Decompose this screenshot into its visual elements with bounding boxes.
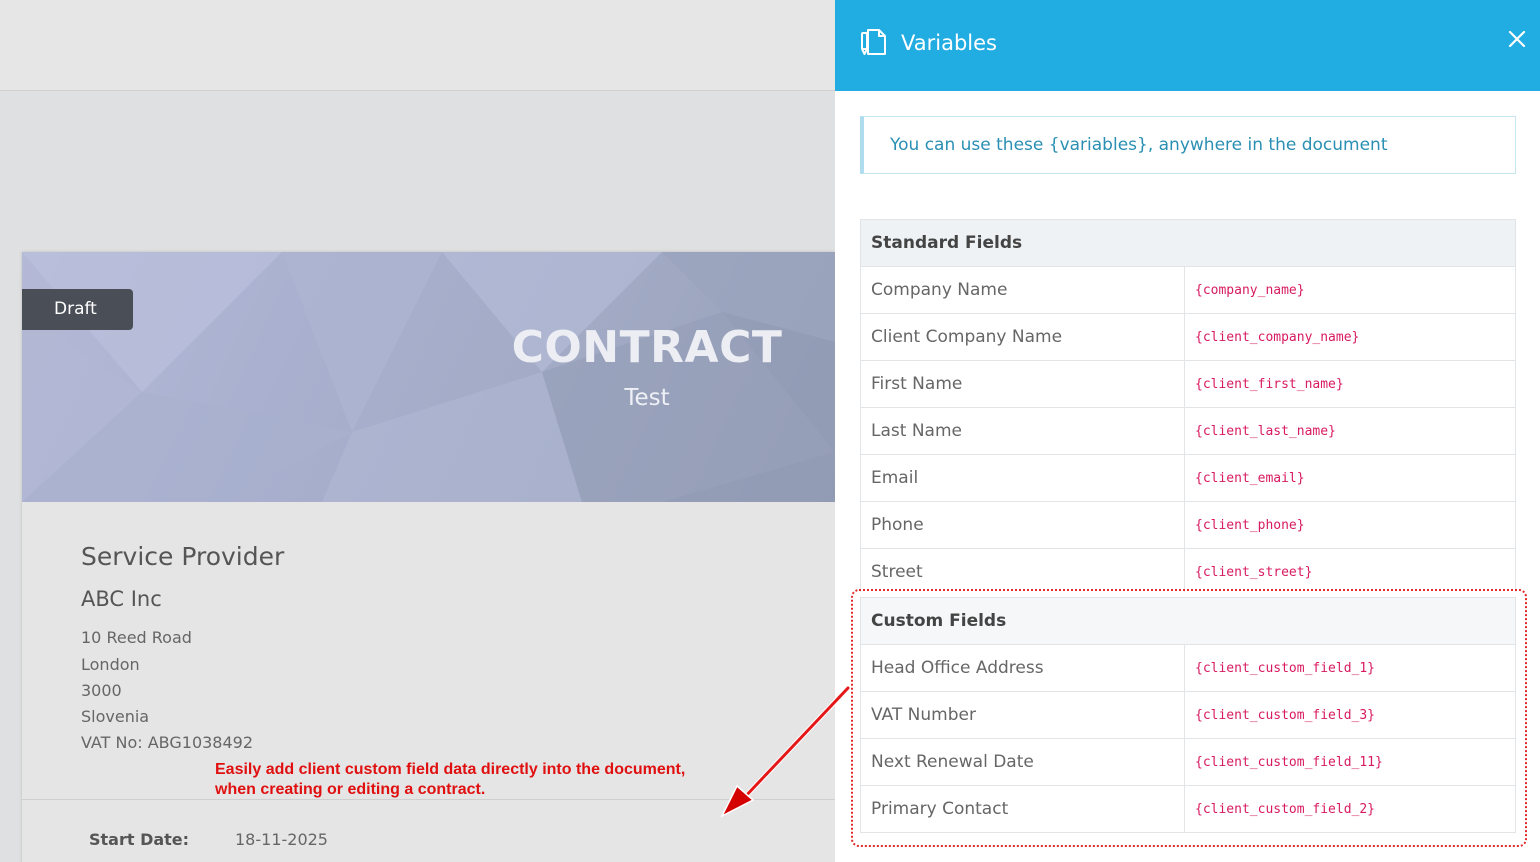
field-variable[interactable]: {company_name} bbox=[1184, 266, 1516, 314]
field-label: Phone bbox=[860, 501, 1185, 549]
document-subtitle: Test bbox=[624, 385, 670, 411]
standard-fields-table: Standard Fields Company Name {company_na… bbox=[860, 219, 1516, 592]
service-provider-heading: Service Provider bbox=[81, 542, 285, 571]
table-row: Client Company Name {client_company_name… bbox=[860, 313, 1516, 361]
address-line: Slovenia bbox=[81, 707, 150, 726]
annotation-line: when creating or editing a contract. bbox=[215, 781, 486, 798]
field-label: Email bbox=[860, 454, 1185, 502]
field-label: Client Company Name bbox=[860, 313, 1185, 361]
contract-header-banner: Draft CONTRACT Test bbox=[22, 252, 835, 502]
address-line: London bbox=[81, 655, 140, 674]
field-label: Street bbox=[860, 548, 1185, 592]
divider bbox=[22, 799, 835, 800]
table-row: Phone {client_phone} bbox=[860, 501, 1516, 549]
table-row: Last Name {client_last_name} bbox=[860, 407, 1516, 455]
provider-company: ABC Inc bbox=[81, 587, 162, 611]
standard-fields-section: Standard Fields Company Name {company_na… bbox=[835, 219, 1540, 592]
close-icon[interactable] bbox=[1507, 29, 1527, 49]
annotation-line: Easily add client custom field data dire… bbox=[215, 761, 686, 778]
variables-info-alert: You can use these {variables}, anywhere … bbox=[860, 116, 1516, 174]
table-row: Company Name {company_name} bbox=[860, 266, 1516, 314]
address-line: 10 Reed Road bbox=[81, 628, 192, 647]
contract-document: Draft CONTRACT Test Service Provider ABC… bbox=[22, 252, 835, 862]
field-variable[interactable]: {client_email} bbox=[1184, 454, 1516, 502]
field-label: Last Name bbox=[860, 407, 1185, 455]
field-variable[interactable]: {client_phone} bbox=[1184, 501, 1516, 549]
document-icon bbox=[861, 29, 886, 55]
field-variable[interactable]: {client_first_name} bbox=[1184, 360, 1516, 408]
start-date-value: 18-11-2025 bbox=[235, 830, 328, 849]
table-row: First Name {client_first_name} bbox=[860, 360, 1516, 408]
panel-title: Variables bbox=[901, 31, 997, 55]
field-label: Company Name bbox=[860, 266, 1185, 314]
annotation-callout: Easily add client custom field data dire… bbox=[215, 760, 685, 800]
status-badge: Draft bbox=[22, 289, 133, 330]
start-date-label: Start Date: bbox=[89, 830, 190, 849]
document-title: CONTRACT bbox=[511, 322, 783, 373]
field-variable[interactable]: {client_last_name} bbox=[1184, 407, 1516, 455]
address-line: 3000 bbox=[81, 681, 122, 700]
field-label: First Name bbox=[860, 360, 1185, 408]
vat-number: VAT No: ABG1038492 bbox=[81, 733, 254, 752]
standard-fields-heading: Standard Fields bbox=[860, 219, 1516, 267]
panel-header: Variables bbox=[835, 0, 1540, 91]
field-variable[interactable]: {client_company_name} bbox=[1184, 313, 1516, 361]
polygon-background bbox=[22, 252, 835, 502]
table-row: Street {client_street} bbox=[860, 548, 1516, 592]
table-row: Email {client_email} bbox=[860, 454, 1516, 502]
app-topbar bbox=[0, 0, 835, 91]
custom-fields-highlight bbox=[851, 589, 1527, 847]
field-variable[interactable]: {client_street} bbox=[1184, 548, 1516, 592]
